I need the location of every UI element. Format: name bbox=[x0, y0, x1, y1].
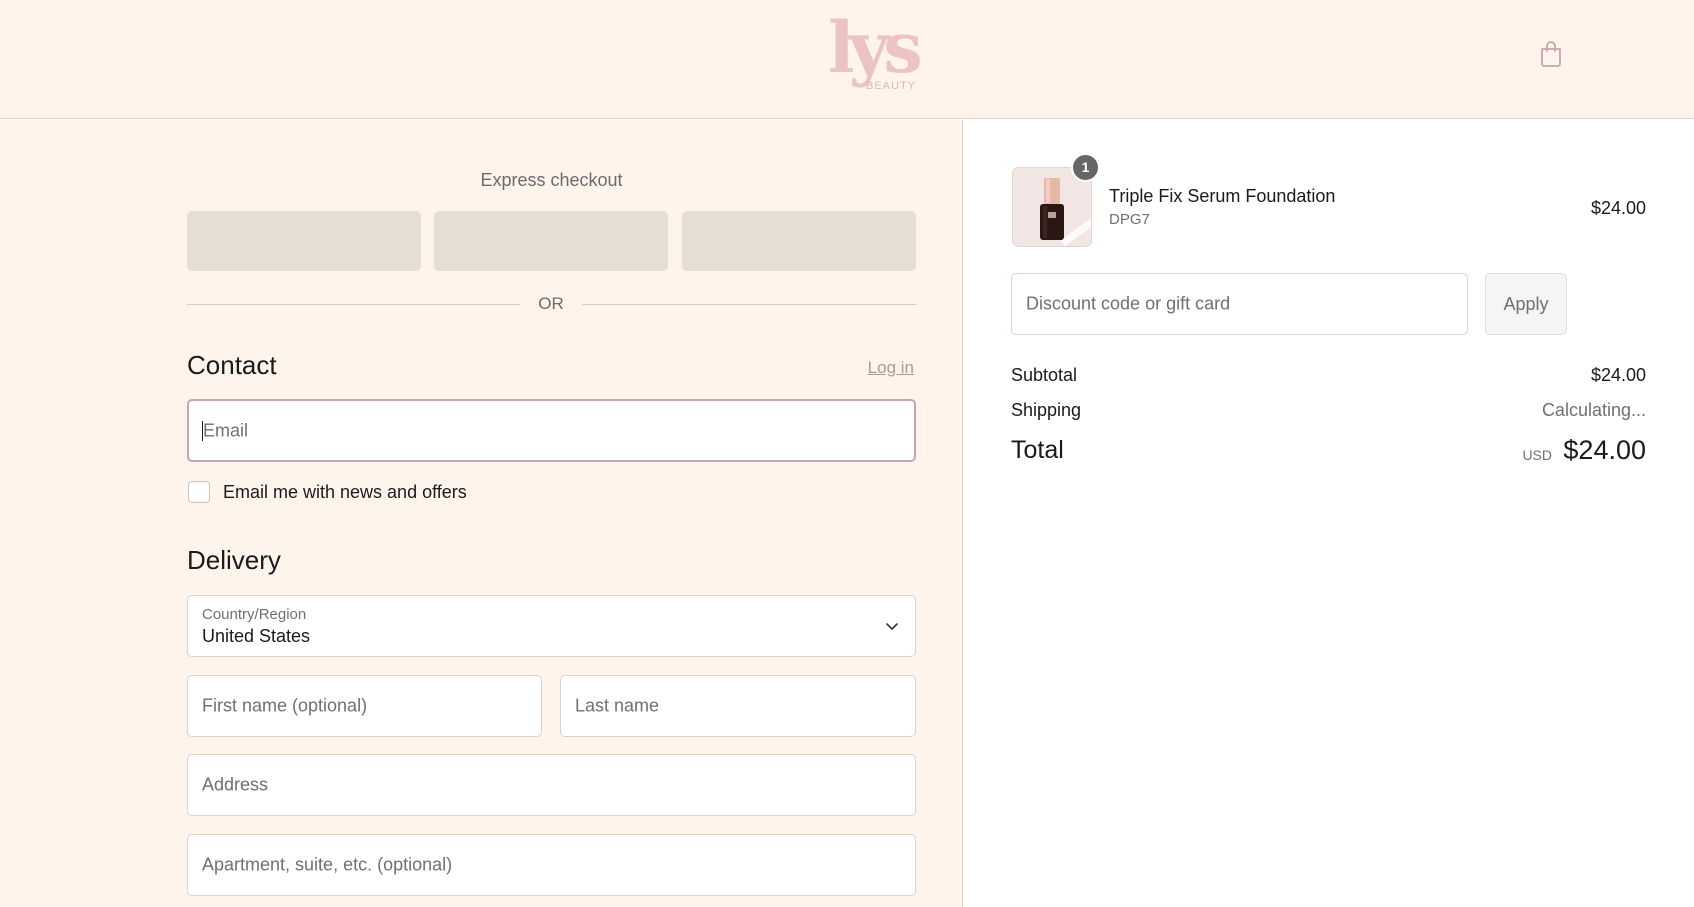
order-summary-panel: 1 Triple Fix Serum Foundation DPG7 $24.0… bbox=[964, 120, 1694, 907]
header: lys BEAUTY bbox=[0, 0, 1694, 119]
login-link[interactable]: Log in bbox=[868, 358, 914, 378]
newsletter-checkbox[interactable] bbox=[188, 481, 210, 503]
total-label: Total bbox=[1011, 436, 1064, 464]
express-pay-button-3[interactable] bbox=[682, 211, 916, 271]
express-pay-button-2[interactable] bbox=[434, 211, 668, 271]
delivery-heading: Delivery bbox=[187, 545, 281, 575]
chevron-down-icon bbox=[886, 623, 898, 630]
express-checkout-title: Express checkout bbox=[480, 170, 623, 190]
discount-code-input[interactable]: Discount code or gift card bbox=[1011, 273, 1468, 335]
first-name-field[interactable]: First name (optional) bbox=[187, 675, 542, 737]
country-label: Country/Region bbox=[202, 606, 307, 623]
discount-placeholder: Discount code or gift card bbox=[1026, 293, 1231, 314]
checkout-form-panel: Express checkout OR Contact Log in Email… bbox=[0, 120, 963, 907]
email-placeholder: Email bbox=[203, 420, 249, 440]
shopping-bag-icon[interactable] bbox=[1539, 41, 1563, 67]
address-field[interactable]: Address bbox=[187, 754, 916, 816]
brand-logo[interactable]: lys BEAUTY bbox=[828, 8, 924, 94]
total-value: $24.00 bbox=[1563, 435, 1646, 465]
or-divider-label: OR bbox=[538, 294, 564, 313]
total-currency: USD bbox=[1522, 447, 1552, 463]
apartment-field[interactable]: Apartment, suite, etc. (optional) bbox=[187, 834, 916, 896]
country-value: United States bbox=[202, 626, 311, 646]
express-pay-button-1[interactable] bbox=[187, 211, 421, 271]
apartment-placeholder: Apartment, suite, etc. (optional) bbox=[202, 854, 453, 875]
newsletter-label: Email me with news and offers bbox=[223, 482, 467, 502]
last-name-field[interactable]: Last name bbox=[560, 675, 916, 737]
shipping-label: Shipping bbox=[1011, 400, 1082, 420]
contact-heading: Contact bbox=[187, 350, 277, 380]
last-name-placeholder: Last name bbox=[575, 695, 660, 716]
address-placeholder: Address bbox=[202, 774, 269, 795]
divider-line-left bbox=[187, 304, 520, 305]
first-name-placeholder: First name (optional) bbox=[202, 695, 368, 716]
apply-discount-button[interactable]: Apply bbox=[1485, 273, 1567, 335]
product-name: Triple Fix Serum Foundation bbox=[1109, 186, 1336, 206]
subtotal-value: $24.00 bbox=[1590, 365, 1646, 385]
logo-text: lys bbox=[828, 6, 923, 89]
shipping-value: Calculating... bbox=[1541, 400, 1646, 420]
product-variant: DPG7 bbox=[1109, 211, 1150, 228]
subtotal-label: Subtotal bbox=[1011, 365, 1078, 385]
divider-line-right bbox=[582, 304, 916, 305]
product-price: $24.00 bbox=[1590, 198, 1646, 218]
country-select[interactable]: Country/Region United States bbox=[187, 595, 916, 657]
quantity-badge: 1 bbox=[1071, 153, 1100, 182]
logo-subtext: BEAUTY bbox=[865, 80, 916, 92]
email-field[interactable]: Email bbox=[187, 399, 916, 462]
